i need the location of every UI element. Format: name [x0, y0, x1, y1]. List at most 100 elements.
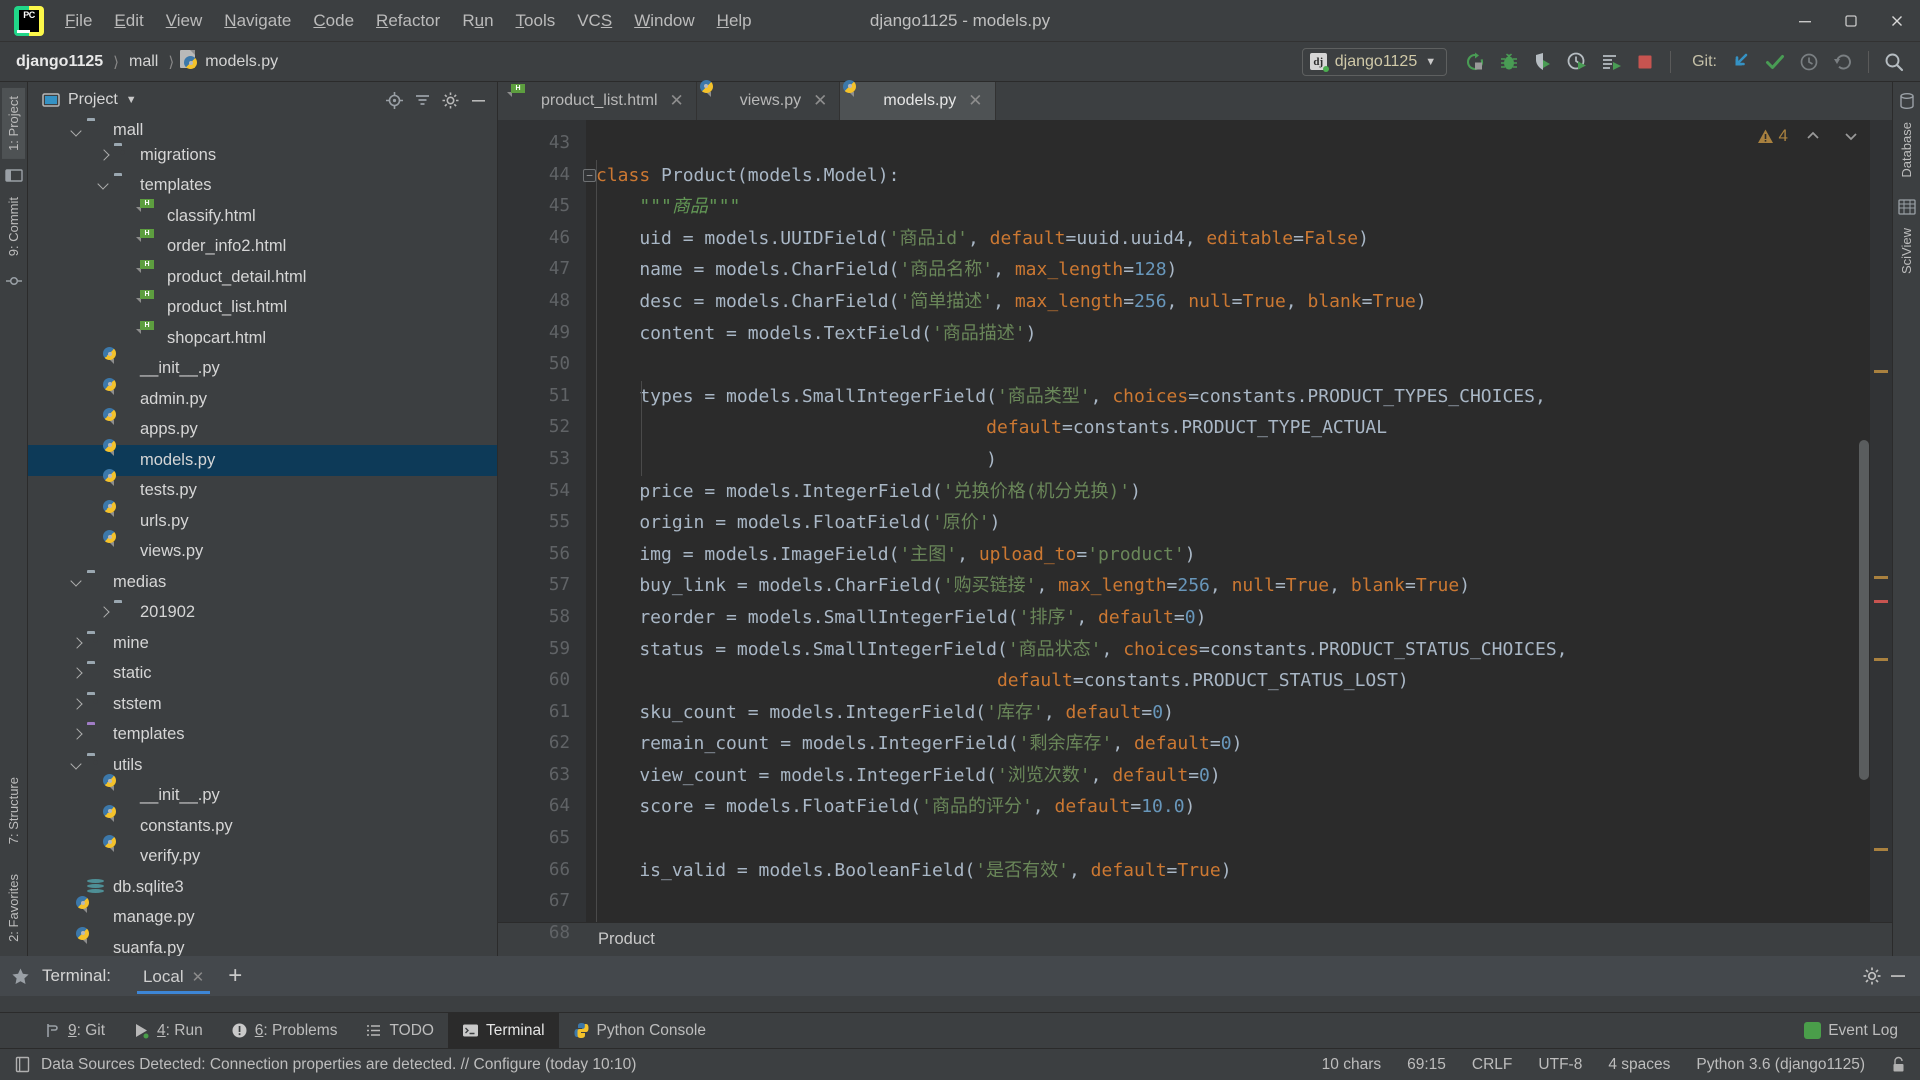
event-log-button[interactable]: Event Log	[1794, 1022, 1908, 1040]
tree-toggle-arrow-icon[interactable]	[69, 758, 84, 773]
run-with-console-button[interactable]	[1595, 46, 1627, 78]
tree-item[interactable]: ststem	[28, 689, 497, 720]
tree-toggle-arrow-icon[interactable]	[69, 697, 84, 712]
line-number[interactable]: 65	[498, 823, 586, 855]
tool-window-tab-problems[interactable]: 6: Problems	[217, 1013, 352, 1048]
line-number[interactable]: 62	[498, 728, 586, 760]
line-number[interactable]: 53	[498, 444, 586, 476]
line-number[interactable]: 61	[498, 697, 586, 729]
error-stripe-marker-bar[interactable]	[1870, 120, 1892, 922]
breadcrumb-module[interactable]: mall	[125, 51, 162, 73]
profile-button[interactable]	[1561, 46, 1593, 78]
tree-toggle-arrow-icon[interactable]	[96, 148, 111, 163]
search-everywhere-icon[interactable]	[1878, 46, 1910, 78]
sidebar-tab-database[interactable]: Database	[1895, 114, 1918, 186]
lock-icon[interactable]	[1891, 1056, 1906, 1073]
tree-toggle-arrow-icon[interactable]	[69, 575, 84, 590]
breadcrumb-project[interactable]: django1125	[12, 51, 107, 73]
code-line[interactable]: """商品"""	[596, 191, 1892, 223]
menu-tools[interactable]: Tools	[505, 7, 567, 35]
line-number[interactable]: 56	[498, 539, 586, 571]
tool-window-tab-git[interactable]: 9: Git	[30, 1013, 119, 1048]
file-encoding[interactable]: UTF-8	[1538, 1056, 1582, 1074]
code-content[interactable]: class Product(models.Model): """商品""" ui…	[586, 120, 1892, 922]
menu-window[interactable]: Window	[623, 7, 705, 35]
editor-tab-product_list-html[interactable]: Hproduct_list.html ✕	[498, 82, 697, 120]
tree-toggle-arrow-icon[interactable]	[96, 605, 111, 620]
warning-count[interactable]: 4	[1757, 126, 1788, 146]
stop-button[interactable]	[1629, 46, 1661, 78]
line-number[interactable]: 58	[498, 602, 586, 634]
tree-item[interactable]: mine	[28, 628, 497, 659]
line-number[interactable]: 68	[498, 918, 586, 950]
menu-help[interactable]: Help	[706, 7, 763, 35]
code-line[interactable]: price = models.IntegerField('兑换价格(机分兑换)'…	[596, 476, 1892, 508]
code-line[interactable]: uid = models.UUIDField('商品id', default=u…	[596, 223, 1892, 255]
run-configuration-selector[interactable]: dj django1125 ▼	[1301, 47, 1448, 76]
editor-tab-models-py[interactable]: models.py ✕	[840, 79, 996, 120]
tree-item[interactable]: Hshopcart.html	[28, 320, 497, 354]
tree-item[interactable]: __init__.py	[28, 774, 497, 812]
tree-item[interactable]: verify.py	[28, 835, 497, 873]
locate-file-icon[interactable]	[381, 87, 407, 113]
chevron-down-icon[interactable]: ▼	[126, 94, 137, 106]
editor-tab-views-py[interactable]: views.py ✕	[696, 79, 841, 120]
minimize-button[interactable]	[1782, 0, 1828, 42]
code-line[interactable]: remain_count = models.IntegerField('剩余库存…	[596, 728, 1892, 760]
tree-item[interactable]: db.sqlite3	[28, 872, 497, 903]
line-number-gutter[interactable]: 43 44−45 46 47 48 49 50 51 52 53 54 55 56 57 58 59 60 61 6…	[498, 120, 596, 943]
code-line[interactable]: origin = models.FloatField('原价')	[596, 507, 1892, 539]
tree-item[interactable]: mall	[28, 118, 497, 140]
tree-toggle-arrow-icon[interactable]	[96, 178, 111, 193]
line-number[interactable]: 48	[498, 286, 586, 318]
git-rollback-button[interactable]	[1827, 46, 1859, 78]
tree-item[interactable]: static	[28, 659, 497, 690]
editor-breadcrumb[interactable]: Product	[498, 922, 1892, 956]
tree-item[interactable]: urls.py	[28, 499, 497, 537]
code-line[interactable]	[596, 823, 1892, 855]
tree-item[interactable]: utils	[28, 750, 497, 781]
close-icon[interactable]: ✕	[813, 91, 827, 111]
line-number[interactable]: 45	[498, 191, 586, 223]
line-number[interactable]: 54	[498, 476, 586, 508]
line-number[interactable]: 43	[498, 128, 586, 160]
git-update-button[interactable]	[1725, 46, 1757, 78]
collapse-all-icon[interactable]	[409, 87, 435, 113]
prev-problem-button[interactable]	[1800, 128, 1826, 144]
line-number[interactable]: 60	[498, 665, 586, 697]
tree-item[interactable]: 201902	[28, 598, 497, 629]
code-line[interactable]: content = models.TextField('商品描述')	[596, 318, 1892, 350]
code-line[interactable]: types = models.SmallIntegerField('商品类型',…	[596, 381, 1892, 413]
tool-window-tab-pythonconsole[interactable]: Python Console	[559, 1013, 720, 1048]
code-line[interactable]: )	[596, 444, 1892, 476]
status-message[interactable]: Data Sources Detected: Connection proper…	[41, 1056, 636, 1074]
editor-scrollbar-thumb[interactable]	[1859, 440, 1869, 780]
code-line[interactable]: class Product(models.Model):	[596, 160, 1892, 192]
menu-refactor[interactable]: Refactor	[365, 7, 451, 35]
tree-item[interactable]: Hproduct_list.html	[28, 290, 497, 324]
line-number[interactable]: 66	[498, 855, 586, 887]
tree-item[interactable]: models.py	[28, 438, 497, 476]
menu-vcs[interactable]: VCS	[566, 7, 623, 35]
tool-window-tab-terminal[interactable]: Terminal	[447, 1013, 559, 1048]
line-number[interactable]: 50	[498, 349, 586, 381]
menu-view[interactable]: View	[155, 7, 214, 35]
tree-item[interactable]: tests.py	[28, 469, 497, 507]
tree-item[interactable]: suanfa.py	[28, 926, 497, 956]
code-line[interactable]: is_valid = models.BooleanField('是否有效', d…	[596, 855, 1892, 887]
tree-item[interactable]: templates	[28, 720, 497, 751]
code-line[interactable]: view_count = models.IntegerField('浏览次数',…	[596, 760, 1892, 792]
settings-gear-icon[interactable]	[1862, 966, 1882, 986]
tree-item[interactable]: Horder_info2.html	[28, 229, 497, 263]
tree-toggle-arrow-icon[interactable]	[69, 727, 84, 742]
sidebar-tab-structure[interactable]: 7: Structure	[2, 769, 25, 852]
line-number[interactable]: 59	[498, 634, 586, 666]
tree-toggle-arrow-icon[interactable]	[69, 636, 84, 651]
tree-item[interactable]: __init__.py	[28, 347, 497, 385]
code-line[interactable]	[596, 886, 1892, 918]
git-commit-button[interactable]	[1759, 46, 1791, 78]
code-line[interactable]: status = models.SmallIntegerField('商品状态'…	[596, 634, 1892, 666]
coverage-button[interactable]	[1527, 46, 1559, 78]
tree-item[interactable]: views.py	[28, 530, 497, 568]
line-number[interactable]: 55	[498, 507, 586, 539]
